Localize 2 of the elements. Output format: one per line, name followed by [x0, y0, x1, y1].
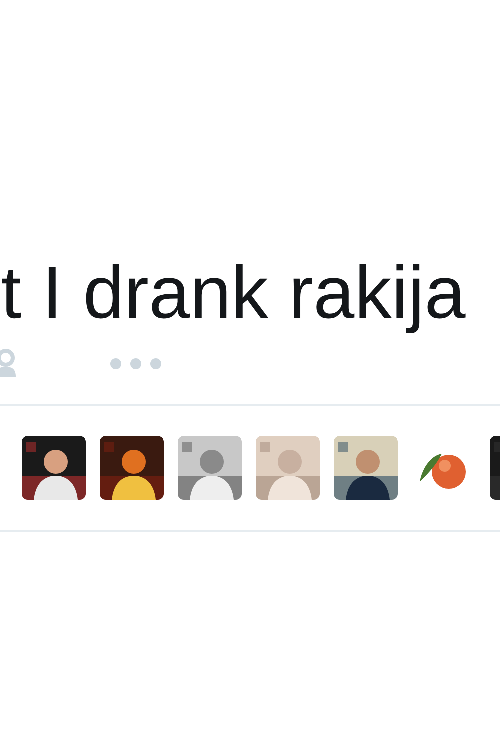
more-icon[interactable] [110, 358, 162, 370]
tweet-text: t I drank rakija [1, 250, 467, 336]
